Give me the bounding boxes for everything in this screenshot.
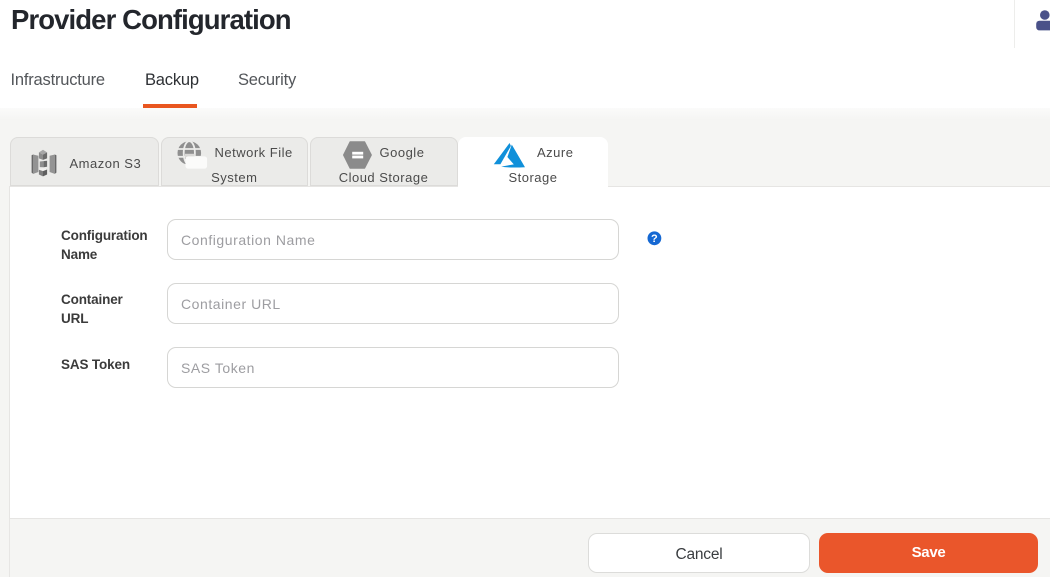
svg-text:?: ? — [651, 233, 658, 245]
